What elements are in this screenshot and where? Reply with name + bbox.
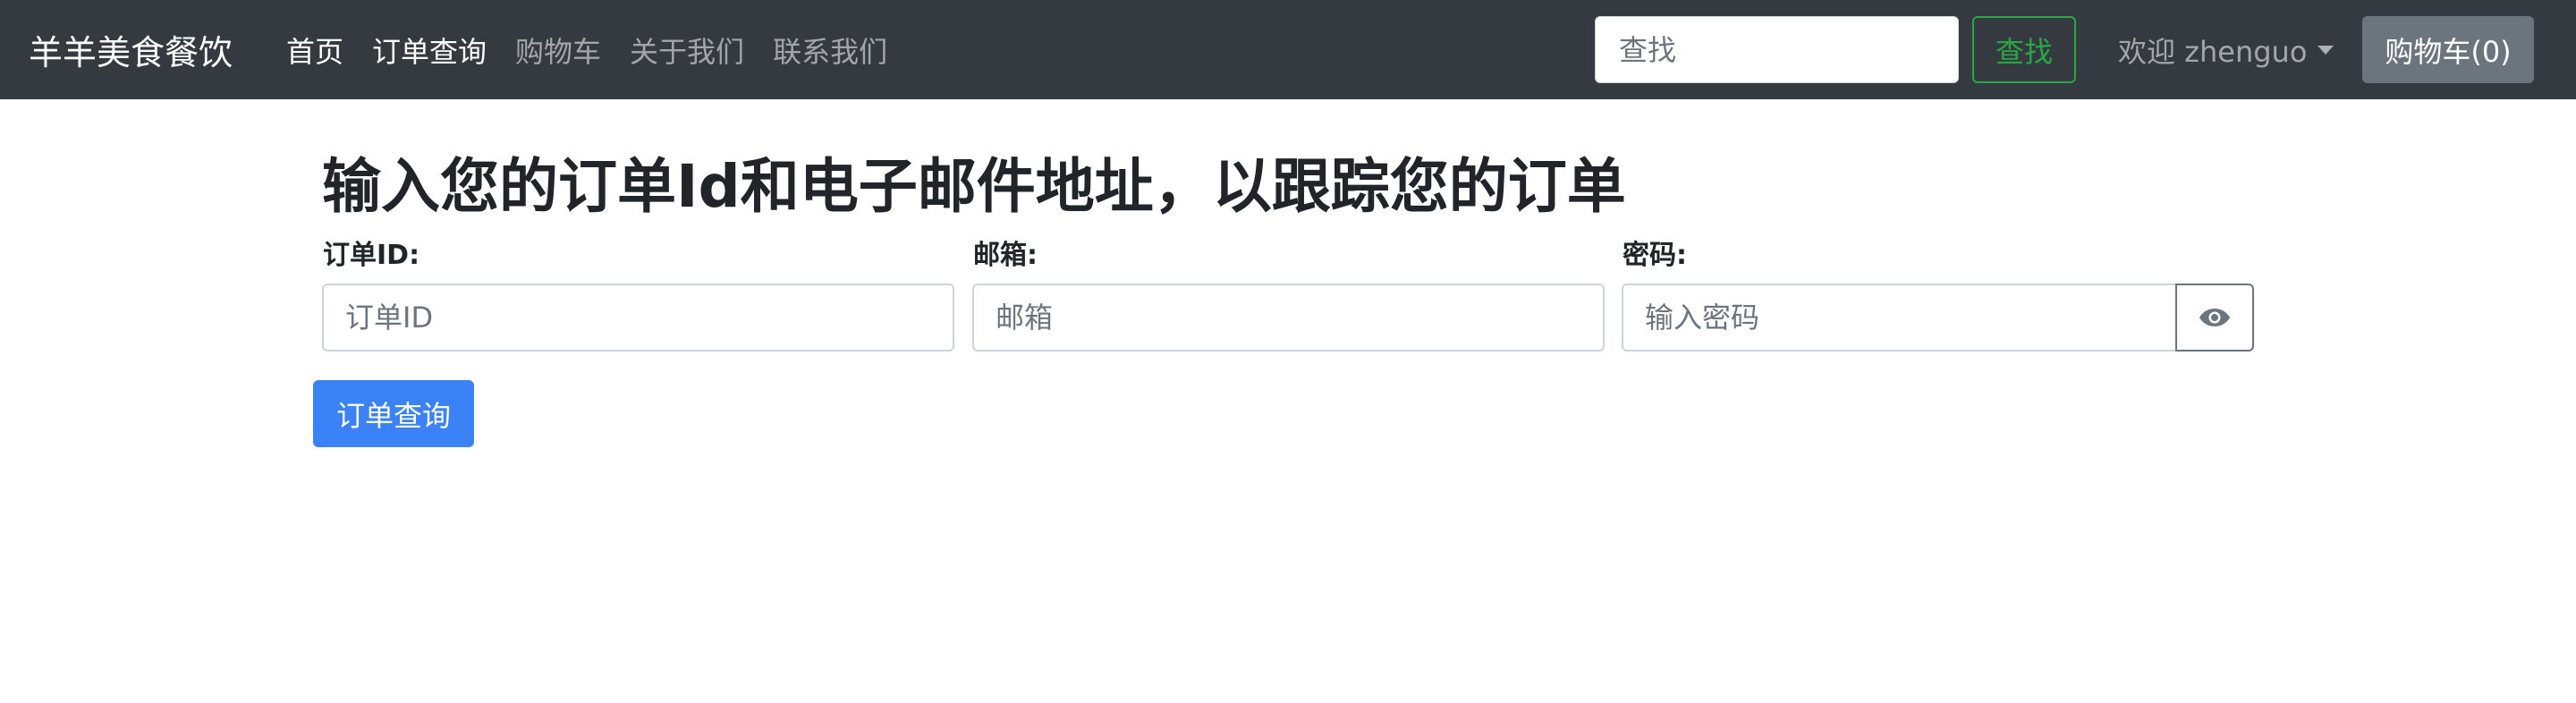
eye-icon (2199, 309, 2230, 326)
order-query-submit-button[interactable]: 订单查询 (313, 380, 474, 447)
nav-link-home[interactable]: 首页 (286, 30, 343, 71)
order-id-input[interactable] (322, 284, 954, 352)
user-dropdown-toggle[interactable]: 欢迎 zhenguo (2118, 0, 2334, 99)
caret-down-icon (2318, 45, 2334, 55)
cart-button[interactable]: 购物车(0) (2362, 16, 2534, 83)
email-label: 邮箱: (973, 240, 1038, 271)
welcome-text: 欢迎 zhenguo (2118, 34, 2308, 69)
top-navbar: 羊羊美食餐饮 首页 订单查询 购物车 关于我们 联系我们 查找 欢迎 zheng… (0, 0, 2576, 99)
nav-links: 首页 订单查询 购物车 关于我们 联系我们 (286, 0, 916, 99)
brand-logo-link[interactable]: 羊羊美食餐饮 (29, 0, 233, 99)
search-button[interactable]: 查找 (1972, 16, 2076, 83)
nav-link-about[interactable]: 关于我们 (630, 30, 744, 71)
nav-link-contact[interactable]: 联系我们 (773, 30, 887, 71)
search-input[interactable] (1595, 16, 1959, 83)
order-id-label: 订单ID: (323, 240, 420, 271)
nav-link-order-query[interactable]: 订单查询 (372, 30, 487, 71)
password-label: 密码: (1623, 240, 1687, 271)
email-input[interactable] (972, 284, 1605, 352)
password-input[interactable] (1622, 284, 2177, 352)
toggle-password-visibility-button[interactable] (2175, 284, 2254, 352)
page-title: 输入您的订单Id和电子邮件地址，以跟踪您的订单 (322, 152, 1626, 221)
nav-link-cart[interactable]: 购物车 (515, 30, 601, 71)
